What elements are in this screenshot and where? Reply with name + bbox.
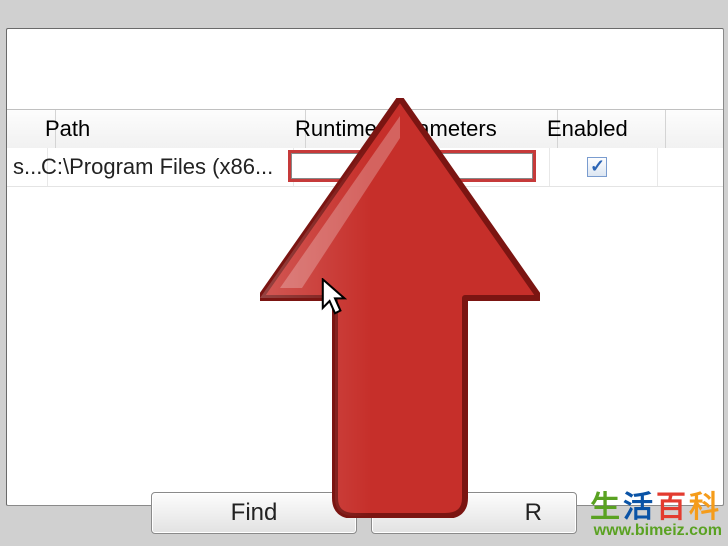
button-bar: Find placeholder R [0, 492, 728, 536]
cell-path: C:\Program Files (x86... [35, 148, 294, 186]
table-header-row: Path Runtime Parameters Enabled [7, 109, 723, 149]
find-button[interactable]: Find [151, 492, 357, 534]
second-button-visible-text: R [525, 499, 542, 527]
header-path[interactable]: Path [35, 110, 306, 148]
settings-panel: Path Runtime Parameters Enabled s... C:\… [6, 28, 724, 506]
header-runtime-parameters[interactable]: Runtime Parameters [285, 110, 558, 148]
window-frame: Path Runtime Parameters Enabled s... C:\… [0, 0, 728, 546]
runtime-parameters-edit-highlight [288, 150, 536, 182]
enabled-checkbox[interactable]: ✓ [587, 157, 607, 177]
header-enabled[interactable]: Enabled [537, 110, 666, 148]
second-button[interactable]: placeholder R [371, 492, 577, 534]
checkmark-icon: ✓ [590, 156, 605, 177]
cell-enabled[interactable]: ✓ [537, 148, 658, 186]
runtime-parameters-input[interactable] [291, 153, 533, 179]
